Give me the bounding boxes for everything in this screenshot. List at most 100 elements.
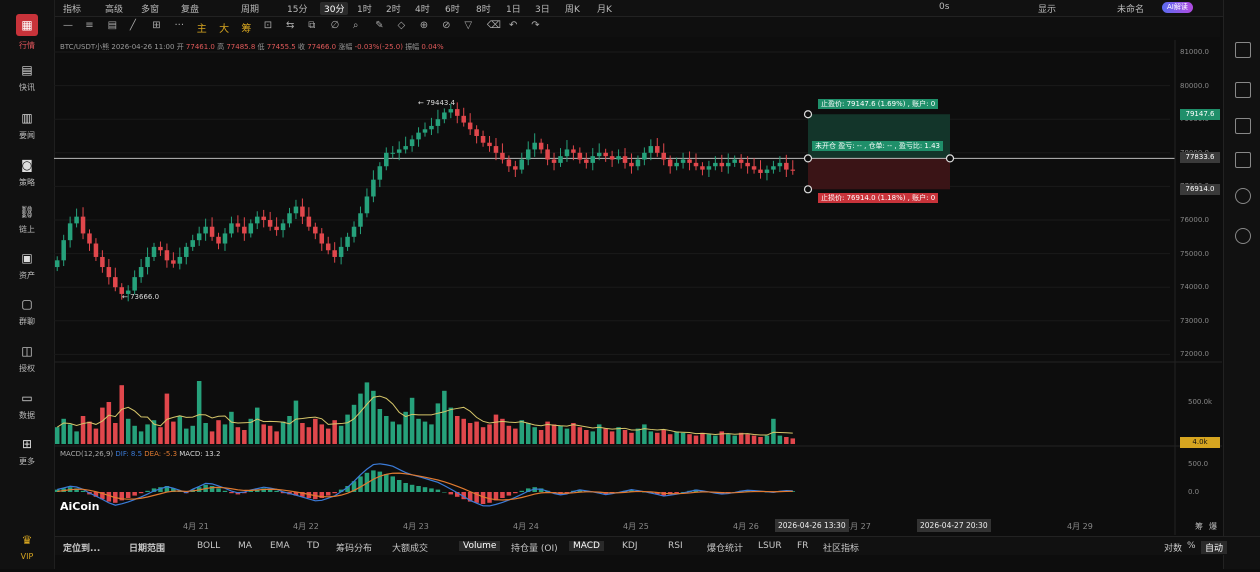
- candle-body: [87, 233, 92, 244]
- candle-body: [693, 162, 699, 167]
- volume-bar: [467, 423, 473, 444]
- volume-bar: [313, 418, 318, 444]
- volume-bar: [242, 430, 247, 444]
- volume-bar: [93, 428, 99, 444]
- candle-body: [429, 125, 434, 130]
- candle-body: [758, 169, 763, 173]
- volume-tag: 4.0k: [1180, 437, 1220, 448]
- scale-option-1[interactable]: %: [1187, 541, 1196, 551]
- candle-body: [784, 162, 789, 170]
- candle-body: [377, 166, 383, 180]
- volume-bar: [719, 431, 725, 444]
- macd-histogram-bar: [487, 492, 492, 503]
- x-right-burst[interactable]: 爆: [1209, 521, 1217, 532]
- indicator-8[interactable]: MACD: [569, 541, 604, 551]
- high-label: 高: [217, 43, 225, 51]
- scale-option-2[interactable]: 自动: [1201, 541, 1228, 554]
- aicoin-logo: AiCoin: [60, 500, 100, 513]
- volume-bar: [287, 416, 292, 444]
- candle-body: [54, 260, 60, 268]
- volume-bar: [551, 424, 557, 444]
- volume-bar: [106, 402, 112, 444]
- ohlc-legend: BTC/USDT小熊 2026-04-26 11:00 开 77461.0 高 …: [60, 42, 444, 52]
- macd-histogram-bar: [448, 492, 454, 495]
- position-info-label[interactable]: 未开仓 盈亏: -- , 仓单: -- , 盈亏比: 1.43: [812, 141, 944, 151]
- candle-body: [609, 156, 615, 160]
- volume-bar: [642, 424, 647, 444]
- volume-bar: [390, 421, 395, 444]
- time-tick: 4月 24: [513, 522, 539, 531]
- indicator-12[interactable]: LSUR: [758, 541, 782, 551]
- candle-body: [590, 156, 596, 163]
- indicator-14[interactable]: 社区指标: [823, 541, 859, 554]
- volume-bar: [209, 431, 215, 444]
- volume-bar: [667, 434, 673, 444]
- candle-body: [267, 220, 273, 227]
- indicator-13[interactable]: FR: [797, 541, 808, 551]
- indicator-2[interactable]: EMA: [270, 541, 290, 551]
- candle-body: [164, 250, 170, 261]
- price-chart[interactable]: [0, 0, 1260, 569]
- indicator-1[interactable]: MA: [238, 541, 252, 551]
- candle-body: [571, 149, 576, 153]
- macd-histogram-bar: [267, 489, 273, 492]
- indicator-11[interactable]: 爆仓统计: [707, 541, 743, 554]
- candle-body: [222, 233, 228, 244]
- indicator-9[interactable]: KDJ: [622, 541, 638, 551]
- volume-bar: [67, 424, 73, 444]
- candle-body: [248, 223, 254, 234]
- indicator-7[interactable]: 持仓量 (OI): [511, 541, 558, 554]
- volume-bar: [274, 431, 279, 444]
- drag-handle: [945, 154, 955, 163]
- volume-bar: [100, 407, 105, 444]
- crosshair-time-right: 2026-04-27 20:30: [917, 519, 991, 532]
- volume-bar: [661, 430, 666, 444]
- x-right-chip[interactable]: 筹: [1195, 521, 1203, 532]
- candle-body: [209, 226, 215, 237]
- change-value: -0.03%(-25.0): [354, 43, 403, 51]
- time-tick: 4月 25: [623, 522, 649, 531]
- indicator-10[interactable]: RSI: [668, 541, 683, 551]
- candle-body: [254, 216, 260, 224]
- indicator-4[interactable]: 筹码分布: [336, 541, 372, 554]
- volume-bar: [196, 381, 202, 444]
- date-range-button[interactable]: 日期范围: [129, 541, 165, 554]
- candle-body: [390, 152, 395, 154]
- candle-body: [751, 166, 757, 170]
- candle-body: [648, 146, 654, 153]
- candle-body: [196, 233, 202, 241]
- candle-body: [416, 132, 421, 140]
- indicator-5[interactable]: 大额成交: [392, 541, 428, 554]
- candle-body: [106, 267, 112, 278]
- macd-legend: MACD(12,26,9) DIF: 8.5 DEA: -5.3 MACD: 1…: [60, 450, 220, 458]
- volume-bar: [74, 431, 79, 444]
- take-profit-label[interactable]: 止盈价: 79147.6 (1.69%) , 账户: 0: [818, 99, 939, 109]
- candle-body: [713, 162, 718, 167]
- indicator-0[interactable]: BOLL: [197, 541, 220, 551]
- candle-body: [409, 139, 415, 147]
- macd-histogram-bar: [371, 470, 376, 492]
- candle-body: [442, 112, 447, 120]
- volume-bar: [113, 423, 118, 444]
- change-label: 涨幅: [338, 43, 353, 51]
- volume-bar: [564, 428, 570, 444]
- candle-body: [319, 233, 325, 244]
- macd-dif: DIF: 8.5: [115, 450, 143, 458]
- candle-body: [287, 213, 292, 224]
- indicator-3[interactable]: TD: [307, 541, 319, 551]
- high-value: 77485.8: [226, 43, 256, 51]
- candle-body: [403, 146, 408, 150]
- goto-button[interactable]: 定位到...: [63, 541, 100, 554]
- drag-handle: [803, 110, 813, 119]
- candle-body: [474, 129, 479, 136]
- scale-option-0[interactable]: 对数: [1164, 541, 1182, 554]
- candle-body: [667, 159, 673, 167]
- indicator-6[interactable]: Volume: [459, 541, 501, 551]
- stop-loss-label[interactable]: 止损价: 76914.0 (1.18%) , 账户: 0: [818, 193, 939, 203]
- price-tick: 74000.0: [1180, 283, 1209, 292]
- candle-body: [203, 226, 208, 234]
- candle-body: [74, 216, 79, 224]
- volume-bar: [622, 430, 628, 444]
- volume-bar: [558, 425, 563, 444]
- candle-body: [384, 152, 389, 167]
